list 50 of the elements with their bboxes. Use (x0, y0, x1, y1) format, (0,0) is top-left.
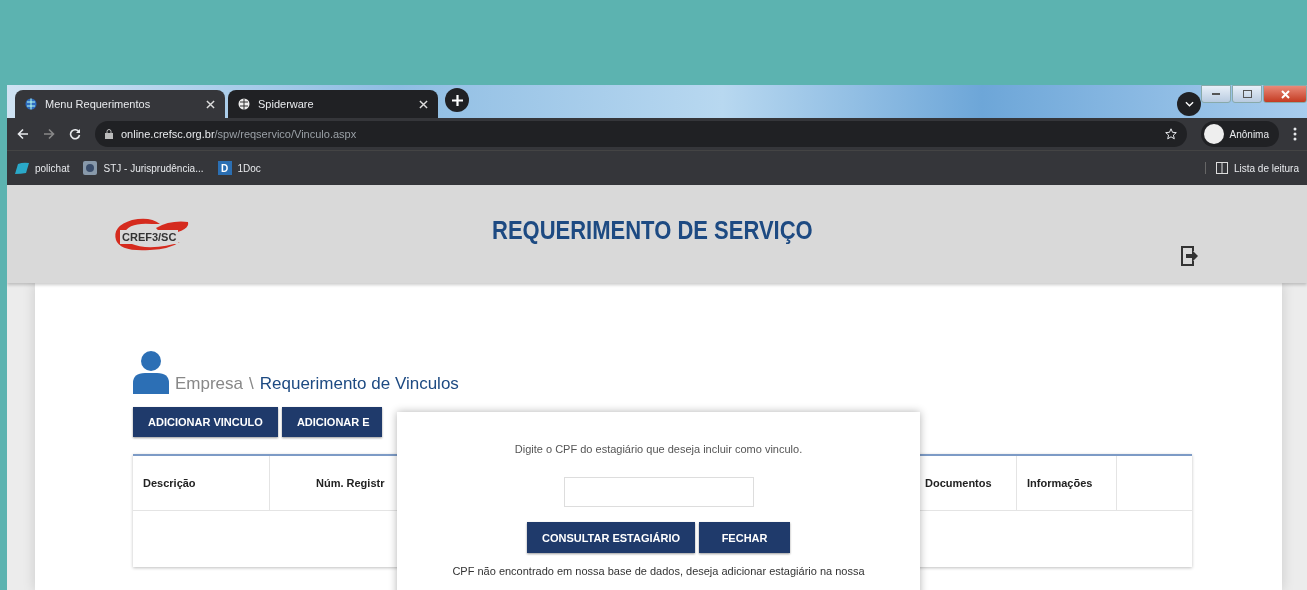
breadcrumb-current: Requerimento de Vinculos (259, 374, 459, 394)
reload-icon[interactable] (69, 128, 81, 140)
reading-list-button[interactable]: Lista de leitura (1204, 162, 1299, 174)
breadcrumb-separator: \ (249, 374, 254, 394)
user-icon (133, 351, 169, 394)
column-header: Documentos (925, 477, 992, 489)
logout-icon[interactable] (1180, 245, 1200, 267)
url-text: online.crefsc.org.br/spw/reqservico/Vinculo.aspx (121, 128, 357, 140)
plus-icon (451, 94, 463, 106)
maximize-icon (1242, 90, 1252, 98)
tab-title: Menu Requerimentos (45, 98, 152, 110)
maximize-button[interactable] (1232, 85, 1262, 103)
browser-tab[interactable]: Spiderware (228, 90, 438, 118)
bookmark[interactable]: polichat (15, 162, 70, 174)
breadcrumb-parent[interactable]: Empresa (175, 374, 244, 394)
close-tab-icon[interactable] (419, 99, 428, 109)
column-header: Informações (1027, 477, 1093, 489)
lock-icon (105, 129, 113, 139)
profile-button[interactable]: Anônima (1200, 121, 1279, 147)
cpf-field[interactable] (563, 477, 754, 507)
reading-list-icon (1215, 162, 1228, 174)
close-tab-icon[interactable] (206, 99, 215, 109)
globe-icon (25, 98, 37, 110)
not-found-message: CPF não encontrado em nossa base de dados, deseja adicionar estagiário na nossa (452, 565, 865, 577)
close-button[interactable] (1263, 85, 1307, 103)
address-bar[interactable]: online.crefsc.org.br/spw/reqservico/Vinculo.aspx (95, 121, 1187, 147)
menu-icon[interactable] (1293, 127, 1297, 141)
dialog-prompt: Digite o CPF do estagiário que deseja incluir como vinculo. (514, 443, 803, 455)
globe-icon (238, 98, 250, 110)
star-icon[interactable] (1164, 128, 1177, 140)
bookmark[interactable]: D 1Doc (217, 161, 261, 175)
bookmark-logo: D (217, 161, 232, 175)
add-button[interactable]: ADICIONAR E (281, 407, 382, 437)
tab-title: Spiderware (258, 98, 315, 110)
page-title: REQUERIMENTO DE SERVIÇO (492, 215, 813, 245)
browser-tab[interactable]: Menu Requerimentos (15, 90, 225, 118)
bookmark[interactable]: STJ - Jurisprudência... (83, 161, 204, 175)
new-tab-button[interactable] (445, 88, 469, 112)
column-header: Núm. Registr (316, 477, 385, 489)
minimize-icon (1212, 93, 1220, 95)
chevron-down-icon (1184, 101, 1194, 107)
minimize-button[interactable] (1201, 85, 1231, 103)
column-header: Descrição (143, 477, 196, 489)
tab-search-button[interactable] (1177, 92, 1201, 116)
close-icon (1280, 89, 1290, 99)
search-button[interactable]: CONSULTAR ESTAGIÁRIO (526, 522, 696, 553)
close-button[interactable]: FECHAR (699, 522, 791, 553)
forward-icon[interactable] (43, 128, 55, 140)
add-button[interactable]: ADICIONAR VINCULO (133, 407, 278, 437)
back-icon[interactable] (17, 128, 29, 140)
